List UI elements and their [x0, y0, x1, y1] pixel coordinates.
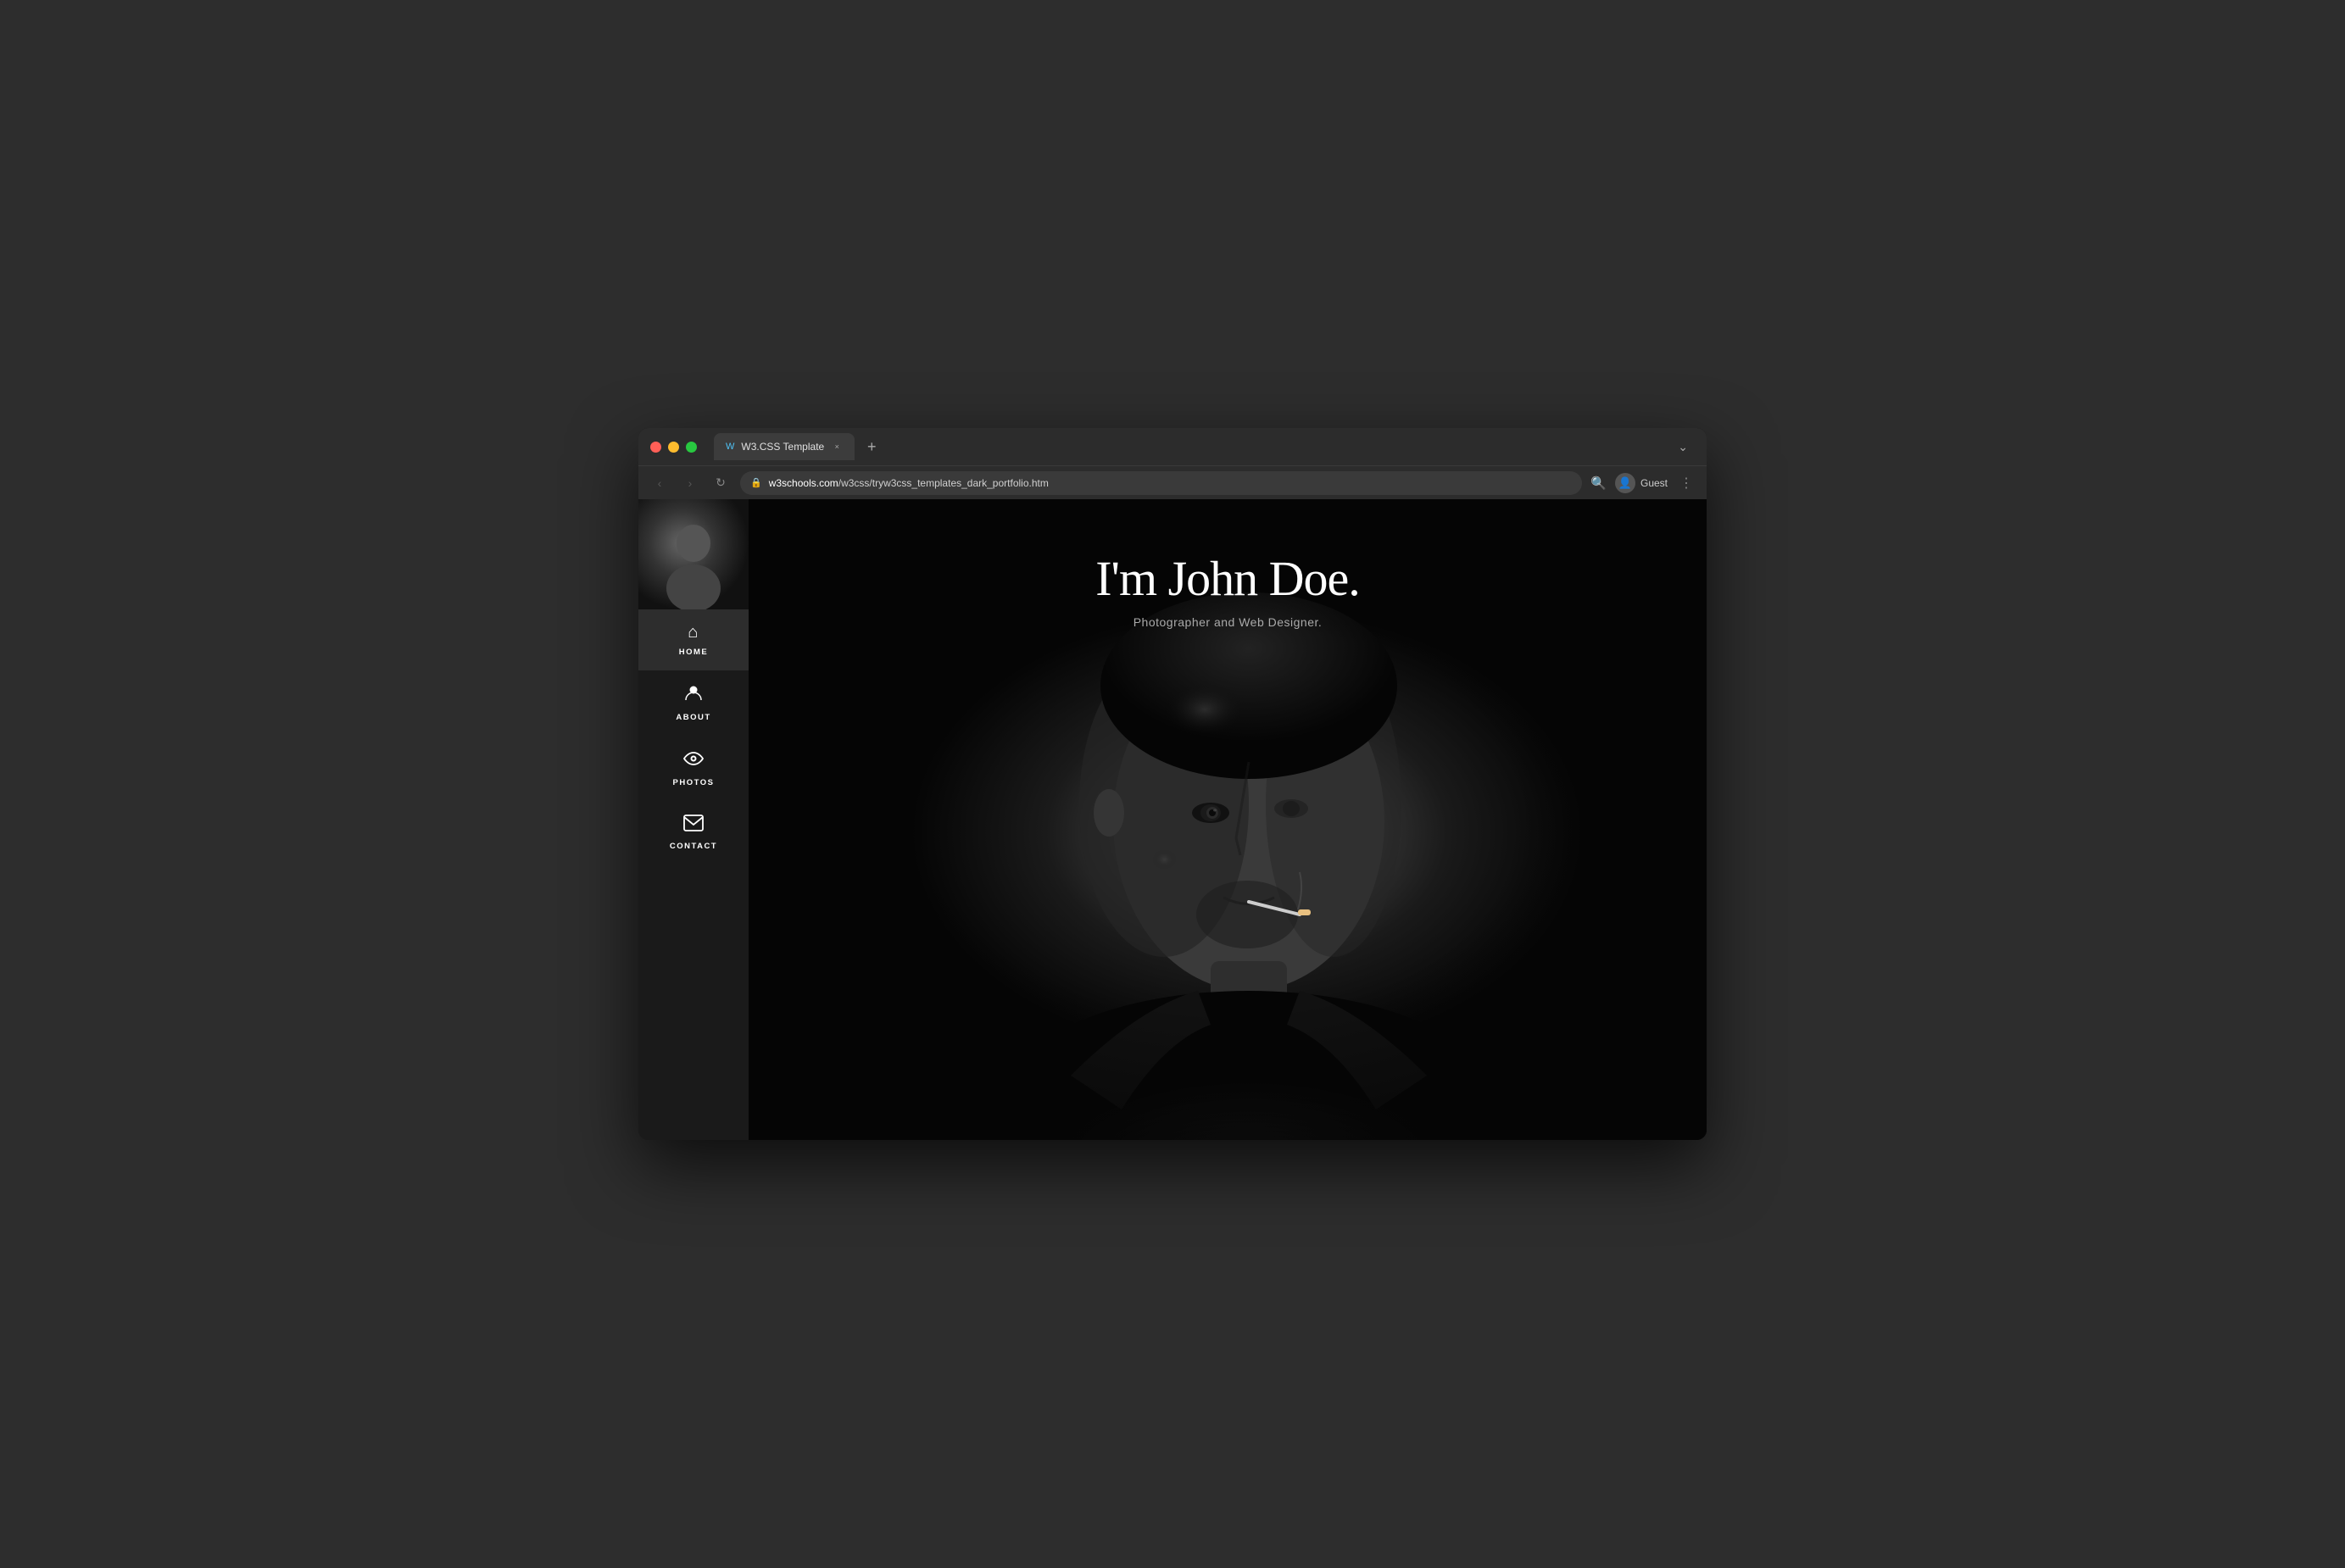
browser-window: W W3.CSS Template × + ⌄ ‹ › ↻ 🔒 w3school… [638, 428, 1707, 1140]
tab-area: W W3.CSS Template × + ⌄ [714, 433, 1695, 460]
avatar-label: Guest [1640, 477, 1668, 489]
active-tab[interactable]: W W3.CSS Template × [714, 433, 855, 460]
about-label: ABOUT [676, 713, 710, 722]
url-bar[interactable]: 🔒 w3schools.com/w3css/tryw3css_templates… [740, 471, 1582, 495]
url-domain: w3schools.com [769, 477, 838, 489]
avatar-image [638, 499, 749, 609]
search-button[interactable]: 🔍 [1590, 475, 1607, 491]
hero-text: I'm John Doe. Photographer and Web Desig… [749, 550, 1707, 629]
traffic-lights [650, 442, 697, 453]
lock-icon: 🔒 [750, 477, 762, 488]
url-path: /w3css/tryw3css_templates_dark_portfolio… [838, 477, 1049, 489]
title-bar: W W3.CSS Template × + ⌄ [638, 428, 1707, 465]
profile-area[interactable]: 👤 Guest [1615, 473, 1668, 493]
photos-label: PHOTOS [673, 778, 715, 787]
contact-icon [683, 815, 704, 837]
url-display: w3schools.com/w3css/tryw3css_templates_d… [769, 477, 1049, 489]
sidebar-avatar [638, 499, 749, 609]
tab-close-button[interactable]: × [831, 441, 843, 453]
tab-more-button[interactable]: ⌄ [1671, 436, 1695, 458]
site-sidebar: ⌂ HOME ABOUT [638, 499, 749, 1140]
avatar-icon: 👤 [1615, 473, 1635, 493]
about-icon [684, 684, 703, 708]
address-bar: ‹ › ↻ 🔒 w3schools.com/w3css/tryw3css_tem… [638, 465, 1707, 499]
forward-button[interactable]: › [679, 472, 701, 494]
sidebar-item-home[interactable]: ⌂ HOME [638, 609, 749, 670]
browser-more-button[interactable]: ⋮ [1676, 475, 1696, 492]
site-main: I'm John Doe. Photographer and Web Desig… [749, 499, 1707, 1140]
new-tab-button[interactable]: + [860, 435, 883, 459]
address-actions: 🔍 👤 Guest ⋮ [1590, 473, 1696, 493]
refresh-button[interactable]: ↻ [710, 472, 732, 494]
home-icon: ⌂ [688, 623, 699, 642]
sidebar-item-photos[interactable]: PHOTOS [638, 736, 749, 801]
tab-favicon-icon: W [726, 442, 734, 452]
hero-title: I'm John Doe. [749, 550, 1707, 607]
maximize-button[interactable] [686, 442, 697, 453]
contact-label: CONTACT [670, 842, 717, 851]
home-label: HOME [679, 648, 709, 657]
photos-icon [683, 749, 704, 773]
close-button[interactable] [650, 442, 661, 453]
sidebar-item-contact[interactable]: CONTACT [638, 801, 749, 865]
back-button[interactable]: ‹ [649, 472, 671, 494]
minimize-button[interactable] [668, 442, 679, 453]
browser-content: ⌂ HOME ABOUT [638, 499, 1707, 1140]
tab-title: W3.CSS Template [741, 441, 824, 453]
hero-subtitle: Photographer and Web Designer. [749, 615, 1707, 629]
sidebar-item-about[interactable]: ABOUT [638, 670, 749, 736]
